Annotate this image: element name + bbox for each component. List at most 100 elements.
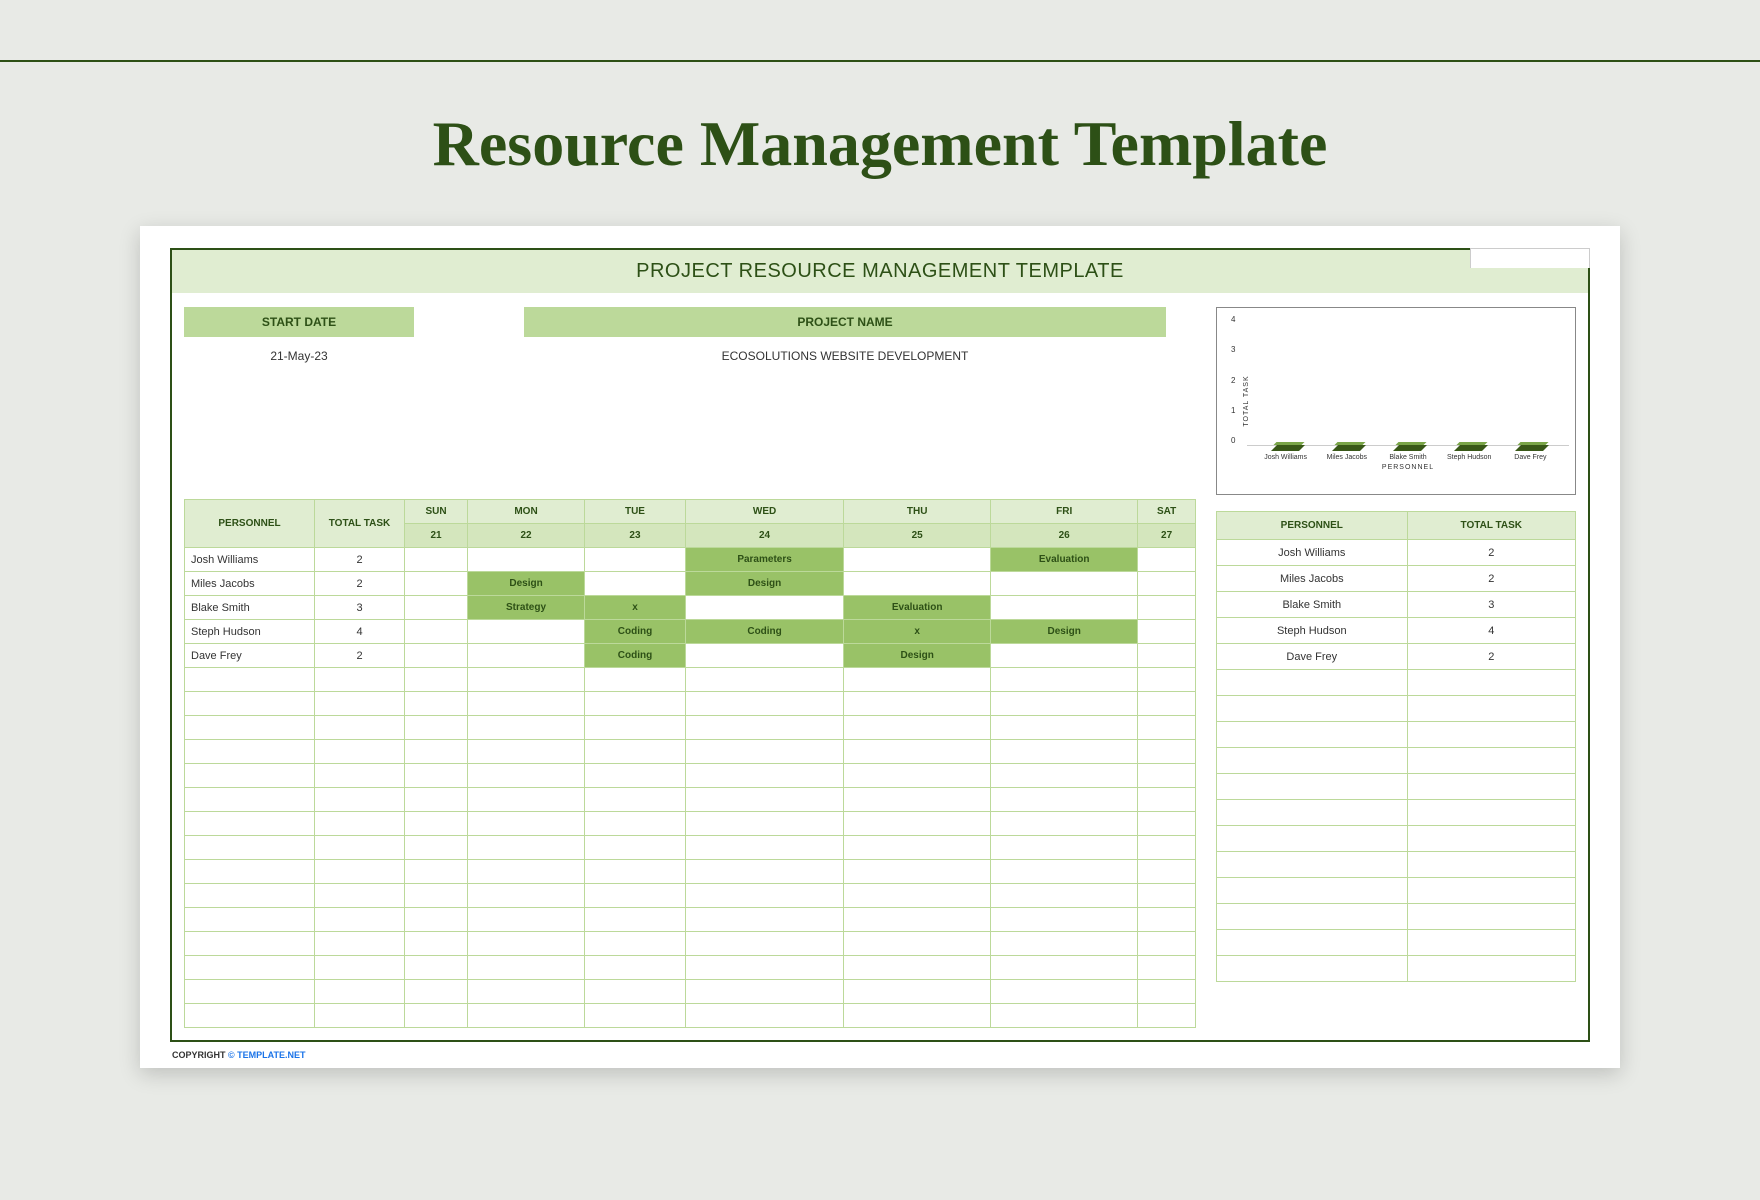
cell-day[interactable]: [584, 572, 685, 596]
cell-empty[interactable]: [468, 932, 585, 956]
cell-empty[interactable]: [844, 884, 991, 908]
cell-personnel[interactable]: Josh Williams: [185, 548, 315, 572]
cell-day[interactable]: Design: [991, 620, 1138, 644]
cell-empty[interactable]: [584, 812, 685, 836]
cell-empty[interactable]: [315, 956, 405, 980]
cell-empty[interactable]: [405, 740, 468, 764]
cell-empty[interactable]: [185, 860, 315, 884]
cell-empty[interactable]: [685, 812, 843, 836]
cell-empty[interactable]: [185, 692, 315, 716]
cell-empty[interactable]: [685, 836, 843, 860]
cell-empty[interactable]: [315, 788, 405, 812]
cell-total[interactable]: 4: [315, 620, 405, 644]
summary-total[interactable]: 4: [1407, 618, 1575, 644]
cell-empty[interactable]: [991, 1004, 1138, 1028]
cell-day[interactable]: Coding: [584, 644, 685, 668]
cell-day[interactable]: [1138, 644, 1196, 668]
cell-empty[interactable]: [315, 1004, 405, 1028]
cell-day[interactable]: Parameters: [685, 548, 843, 572]
cell-total[interactable]: 2: [315, 572, 405, 596]
cell-empty[interactable]: [185, 932, 315, 956]
summary-name[interactable]: Miles Jacobs: [1217, 566, 1408, 592]
cell-empty[interactable]: [1138, 1004, 1196, 1028]
cell-empty[interactable]: [991, 980, 1138, 1004]
summary-empty[interactable]: [1217, 722, 1408, 748]
cell-empty[interactable]: [844, 1004, 991, 1028]
cell-empty[interactable]: [405, 1004, 468, 1028]
cell-day[interactable]: [844, 548, 991, 572]
cell-empty[interactable]: [185, 812, 315, 836]
cell-empty[interactable]: [991, 716, 1138, 740]
summary-empty[interactable]: [1217, 748, 1408, 774]
cell-day[interactable]: [1138, 596, 1196, 620]
summary-empty[interactable]: [1407, 852, 1575, 878]
cell-empty[interactable]: [405, 884, 468, 908]
cell-empty[interactable]: [1138, 668, 1196, 692]
cell-empty[interactable]: [185, 788, 315, 812]
cell-empty[interactable]: [315, 812, 405, 836]
cell-empty[interactable]: [584, 692, 685, 716]
cell-empty[interactable]: [844, 788, 991, 812]
summary-total[interactable]: 2: [1407, 566, 1575, 592]
cell-empty[interactable]: [185, 716, 315, 740]
cell-empty[interactable]: [185, 764, 315, 788]
summary-empty[interactable]: [1407, 904, 1575, 930]
cell-empty[interactable]: [991, 956, 1138, 980]
cell-empty[interactable]: [468, 860, 585, 884]
cell-empty[interactable]: [685, 980, 843, 1004]
summary-total[interactable]: 3: [1407, 592, 1575, 618]
cell-empty[interactable]: [468, 668, 585, 692]
cell-day[interactable]: Coding: [584, 620, 685, 644]
cell-empty[interactable]: [844, 860, 991, 884]
cell-empty[interactable]: [584, 1004, 685, 1028]
cell-empty[interactable]: [685, 692, 843, 716]
cell-day[interactable]: [405, 644, 468, 668]
cell-empty[interactable]: [185, 668, 315, 692]
cell-empty[interactable]: [844, 692, 991, 716]
cell-empty[interactable]: [185, 956, 315, 980]
cell-total[interactable]: 2: [315, 548, 405, 572]
cell-empty[interactable]: [315, 860, 405, 884]
cell-empty[interactable]: [468, 788, 585, 812]
cell-empty[interactable]: [1138, 836, 1196, 860]
cell-day[interactable]: Evaluation: [991, 548, 1138, 572]
cell-empty[interactable]: [584, 860, 685, 884]
cell-day[interactable]: x: [584, 596, 685, 620]
cell-empty[interactable]: [685, 884, 843, 908]
cell-day[interactable]: [685, 596, 843, 620]
cell-empty[interactable]: [315, 740, 405, 764]
cell-empty[interactable]: [584, 836, 685, 860]
cell-total[interactable]: 2: [315, 644, 405, 668]
cell-empty[interactable]: [468, 1004, 585, 1028]
cell-empty[interactable]: [315, 668, 405, 692]
cell-empty[interactable]: [185, 1004, 315, 1028]
cell-empty[interactable]: [405, 836, 468, 860]
cell-empty[interactable]: [185, 740, 315, 764]
summary-empty[interactable]: [1217, 800, 1408, 826]
summary-total[interactable]: 2: [1407, 540, 1575, 566]
cell-empty[interactable]: [1138, 812, 1196, 836]
cell-empty[interactable]: [584, 956, 685, 980]
cell-day[interactable]: [1138, 572, 1196, 596]
cell-day[interactable]: [468, 620, 585, 644]
cell-empty[interactable]: [991, 860, 1138, 884]
cell-empty[interactable]: [468, 980, 585, 1004]
summary-empty[interactable]: [1217, 878, 1408, 904]
cell-empty[interactable]: [844, 812, 991, 836]
cell-empty[interactable]: [685, 716, 843, 740]
cell-empty[interactable]: [844, 764, 991, 788]
cell-day[interactable]: [405, 596, 468, 620]
cell-empty[interactable]: [991, 812, 1138, 836]
cell-personnel[interactable]: Blake Smith: [185, 596, 315, 620]
cell-empty[interactable]: [991, 788, 1138, 812]
cell-empty[interactable]: [584, 740, 685, 764]
cell-empty[interactable]: [685, 740, 843, 764]
summary-empty[interactable]: [1407, 748, 1575, 774]
summary-empty[interactable]: [1217, 904, 1408, 930]
cell-empty[interactable]: [991, 884, 1138, 908]
cell-empty[interactable]: [405, 932, 468, 956]
cell-empty[interactable]: [584, 716, 685, 740]
cell-personnel[interactable]: Miles Jacobs: [185, 572, 315, 596]
cell-empty[interactable]: [405, 668, 468, 692]
summary-empty[interactable]: [1217, 826, 1408, 852]
